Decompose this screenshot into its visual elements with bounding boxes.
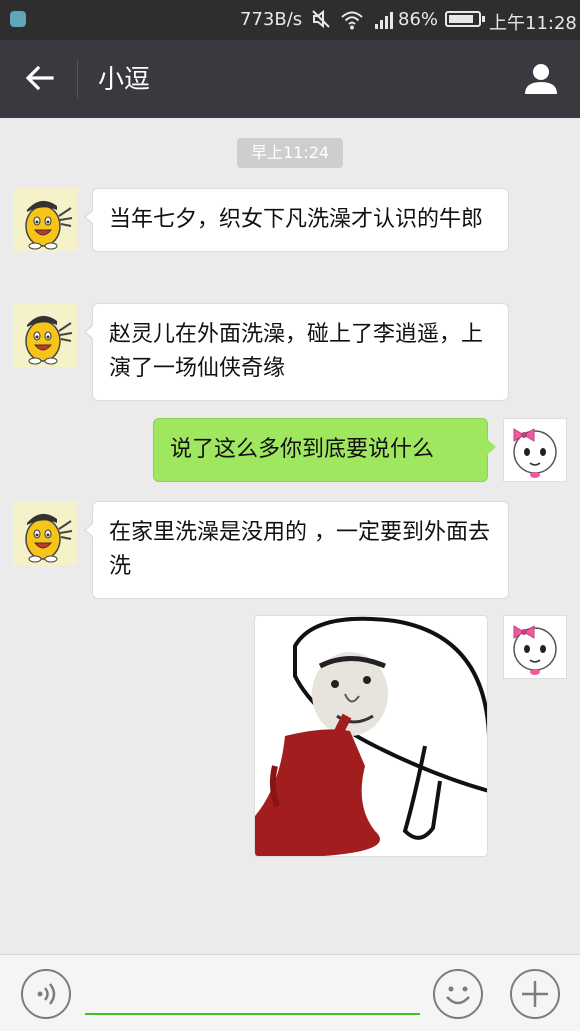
user-avatar[interactable] [503, 418, 567, 482]
yellow-bean-avatar-icon [25, 200, 73, 250]
user-avatar[interactable] [503, 615, 567, 679]
nosebleed-meme-sticker-icon [255, 616, 487, 856]
contact-avatar[interactable] [13, 501, 77, 565]
emoji-icon [446, 986, 470, 1005]
yellow-bean-avatar-icon [25, 315, 73, 365]
sent-message[interactable]: 说了这么多你到底要说什么 [153, 418, 496, 482]
network-speed: 773B/s [240, 9, 303, 30]
chat-title: 小逗 [98, 65, 151, 95]
white-bow-avatar-icon [513, 625, 557, 675]
white-bow-avatar-icon [513, 428, 557, 478]
signal-icon [375, 12, 393, 29]
more-button[interactable] [510, 969, 560, 1019]
back-arrow-icon[interactable] [22, 60, 58, 96]
yellow-bean-avatar-icon [25, 513, 73, 563]
chat-header: 小逗 [0, 40, 580, 118]
emoji-button[interactable] [433, 969, 483, 1019]
message-timestamp: 早上11:24 [237, 138, 343, 168]
battery-icon [445, 11, 485, 27]
voice-icon [37, 983, 56, 1005]
received-message[interactable]: 赵灵儿在外面洗澡，碰上了李逍遥，上演了一场仙侠奇缘 [84, 303, 509, 401]
contact-avatar[interactable] [13, 188, 77, 252]
plus-icon [522, 981, 548, 1007]
received-message[interactable]: 当年七夕，织女下凡洗澡才认识的牛郎 [84, 188, 509, 252]
app-notification-icon [10, 11, 26, 27]
battery-percent: 86% [398, 9, 439, 30]
status-bar: 773B/s 86% 上午11:28 [0, 0, 580, 40]
mute-icon [312, 9, 330, 29]
contact-avatar[interactable] [13, 303, 77, 367]
received-message[interactable]: 在家里洗澡是没用的 ，一定要到外面去洗 [84, 501, 509, 599]
voice-button[interactable] [21, 969, 71, 1019]
chat-area[interactable]: 早上11:24 当年七夕，织女下凡洗澡才认识的牛郎 赵灵儿在外面洗澡，碰上了李逍… [0, 118, 580, 954]
sticker-message[interactable] [254, 615, 488, 857]
wifi-icon [341, 11, 363, 30]
status-time: 上午11:28 [489, 13, 577, 34]
input-bar [0, 954, 580, 1031]
message-input[interactable] [85, 975, 420, 1015]
person-icon[interactable] [522, 60, 560, 98]
header-divider [77, 60, 78, 98]
